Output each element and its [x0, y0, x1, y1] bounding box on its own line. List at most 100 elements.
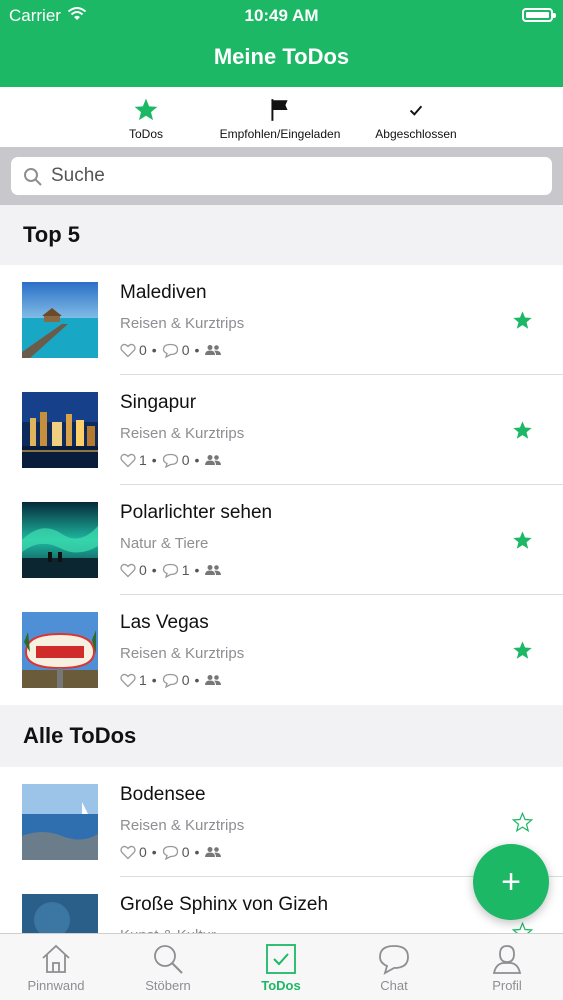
- todo-category: Reisen & Kurztrips: [120, 425, 245, 442]
- tabbar-label: ToDos: [261, 978, 301, 993]
- like-count: 1: [139, 672, 147, 688]
- todo-filter-tabs: ToDos Empfohlen/Eingeladen Abgeschlossen: [0, 87, 563, 147]
- tabbar-pinnwand[interactable]: Pinnwand: [0, 934, 112, 1000]
- search-input[interactable]: [51, 162, 531, 190]
- todo-title: Große Sphinx von Gizeh: [120, 894, 329, 915]
- todo-stats: 1 • 0 •: [120, 671, 222, 689]
- comment-icon: [162, 673, 178, 688]
- comment-count: 0: [181, 452, 190, 468]
- comment-count: 0: [181, 672, 190, 688]
- heart-icon: [120, 845, 136, 859]
- tabbar-stoebern[interactable]: Stöbern: [112, 934, 224, 1000]
- section-header-top5: Top 5: [0, 205, 563, 265]
- todo-stats: 0 • 0 •: [120, 843, 222, 861]
- comment-icon: [162, 845, 178, 860]
- tabbar-label: Stöbern: [145, 978, 191, 993]
- separator-dot: •: [194, 452, 200, 468]
- comment-icon: [162, 453, 178, 468]
- group-icon: [205, 345, 222, 355]
- todo-title: Singapur: [120, 392, 197, 413]
- like-count: 0: [139, 844, 147, 860]
- separator-dot: •: [151, 562, 157, 578]
- heart-icon: [120, 453, 136, 467]
- maldives-thumbnail: [22, 282, 98, 358]
- like-count: 0: [139, 562, 147, 578]
- person-icon: [492, 945, 522, 974]
- search-box[interactable]: [11, 157, 552, 195]
- todo-title: Bodensee: [120, 784, 206, 805]
- star-filled-icon[interactable]: [512, 420, 533, 441]
- search-icon: [24, 168, 42, 186]
- battery-icon: [522, 8, 556, 22]
- todo-title: Malediven: [120, 282, 207, 303]
- tabbar-label: Profil: [492, 978, 522, 993]
- tabbar-todos[interactable]: ToDos: [225, 934, 337, 1000]
- tab-empfohlen-label: Empfohlen/Eingeladen: [219, 127, 341, 141]
- comment-count: 0: [181, 844, 190, 860]
- comment-count: 0: [181, 342, 190, 358]
- separator-dot: •: [151, 452, 157, 468]
- separator-dot: •: [151, 844, 157, 860]
- tabbar-label: Chat: [380, 978, 408, 993]
- tab-abgeschlossen-label: Abgeschlossen: [375, 127, 457, 141]
- tabbar-chat[interactable]: Chat: [338, 934, 450, 1000]
- search-bar: [0, 147, 563, 205]
- clock-time: 10:49 AM: [244, 6, 319, 25]
- todo-title: Las Vegas: [120, 612, 209, 633]
- page-title: Meine ToDos: [213, 44, 350, 69]
- checkmark-icon: [409, 105, 423, 116]
- section-title: Alle ToDos: [23, 723, 137, 748]
- todo-title: Polarlichter sehen: [120, 502, 273, 523]
- plus-icon: +: [501, 863, 521, 901]
- heart-icon: [120, 563, 136, 577]
- comment-icon: [162, 343, 178, 358]
- add-todo-button[interactable]: +: [473, 844, 549, 920]
- separator-dot: •: [194, 562, 200, 578]
- separator-dot: •: [194, 672, 200, 688]
- tabbar-profil[interactable]: Profil: [451, 934, 563, 1000]
- tab-abgeschlossen[interactable]: Abgeschlossen: [366, 87, 466, 147]
- tab-empfohlen[interactable]: Empfohlen/Eingeladen: [210, 87, 350, 147]
- heart-icon: [120, 343, 136, 357]
- separator-dot: •: [151, 342, 157, 358]
- group-icon: [205, 455, 222, 465]
- star-outline-icon[interactable]: [512, 812, 533, 833]
- star-filled-icon[interactable]: [512, 530, 533, 551]
- nav-header: Carrier 10:49 AM Meine ToDos: [0, 0, 563, 87]
- las-vegas-thumbnail: [22, 612, 98, 688]
- todo-stats: 0 • 0 •: [120, 341, 222, 359]
- todo-stats: 1 • 0 •: [120, 451, 222, 469]
- star-filled-icon[interactable]: [512, 310, 533, 331]
- tabbar-label: Pinnwand: [27, 978, 85, 993]
- separator-dot: •: [194, 844, 200, 860]
- star-icon: [134, 98, 158, 121]
- chat-bubble-icon: [379, 945, 409, 975]
- todo-row-las-vegas[interactable]: Las Vegas Reisen & Kurztrips 1 • 0 •: [0, 595, 563, 705]
- lake-constance-thumbnail: [22, 784, 98, 860]
- separator-dot: •: [151, 672, 157, 688]
- todo-row-malediven[interactable]: Malediven Reisen & Kurztrips 0 • 0 •: [0, 265, 563, 375]
- magnifier-icon: [154, 945, 183, 974]
- tab-todos[interactable]: ToDos: [96, 87, 196, 147]
- group-icon: [205, 675, 222, 685]
- tab-todos-label: ToDos: [128, 127, 163, 141]
- todo-category: Reisen & Kurztrips: [120, 817, 245, 834]
- bottom-tab-bar: Pinnwand Stöbern ToDos Chat Profil: [0, 933, 563, 1000]
- todo-row-singapur[interactable]: Singapur Reisen & Kurztrips 1 • 0 •: [0, 375, 563, 485]
- todo-stats: 0 • 1 •: [120, 561, 222, 579]
- todo-category: Reisen & Kurztrips: [120, 315, 245, 332]
- section-title: Top 5: [23, 222, 81, 247]
- status-bar: Carrier 10:49 AM: [0, 0, 563, 30]
- singapore-thumbnail: [22, 392, 98, 468]
- separator-dot: •: [194, 342, 200, 358]
- todo-row-polarlichter[interactable]: Polarlichter sehen Natur & Tiere 0 • 1 •: [0, 485, 563, 595]
- heart-icon: [120, 673, 136, 687]
- section-header-all: Alle ToDos: [0, 705, 563, 767]
- comment-count: 1: [181, 562, 190, 578]
- northern-lights-thumbnail: [22, 502, 98, 578]
- todo-category: Natur & Tiere: [120, 535, 209, 552]
- group-icon: [205, 847, 222, 857]
- house-icon: [42, 944, 70, 973]
- like-count: 1: [139, 452, 147, 468]
- star-filled-icon[interactable]: [512, 640, 533, 661]
